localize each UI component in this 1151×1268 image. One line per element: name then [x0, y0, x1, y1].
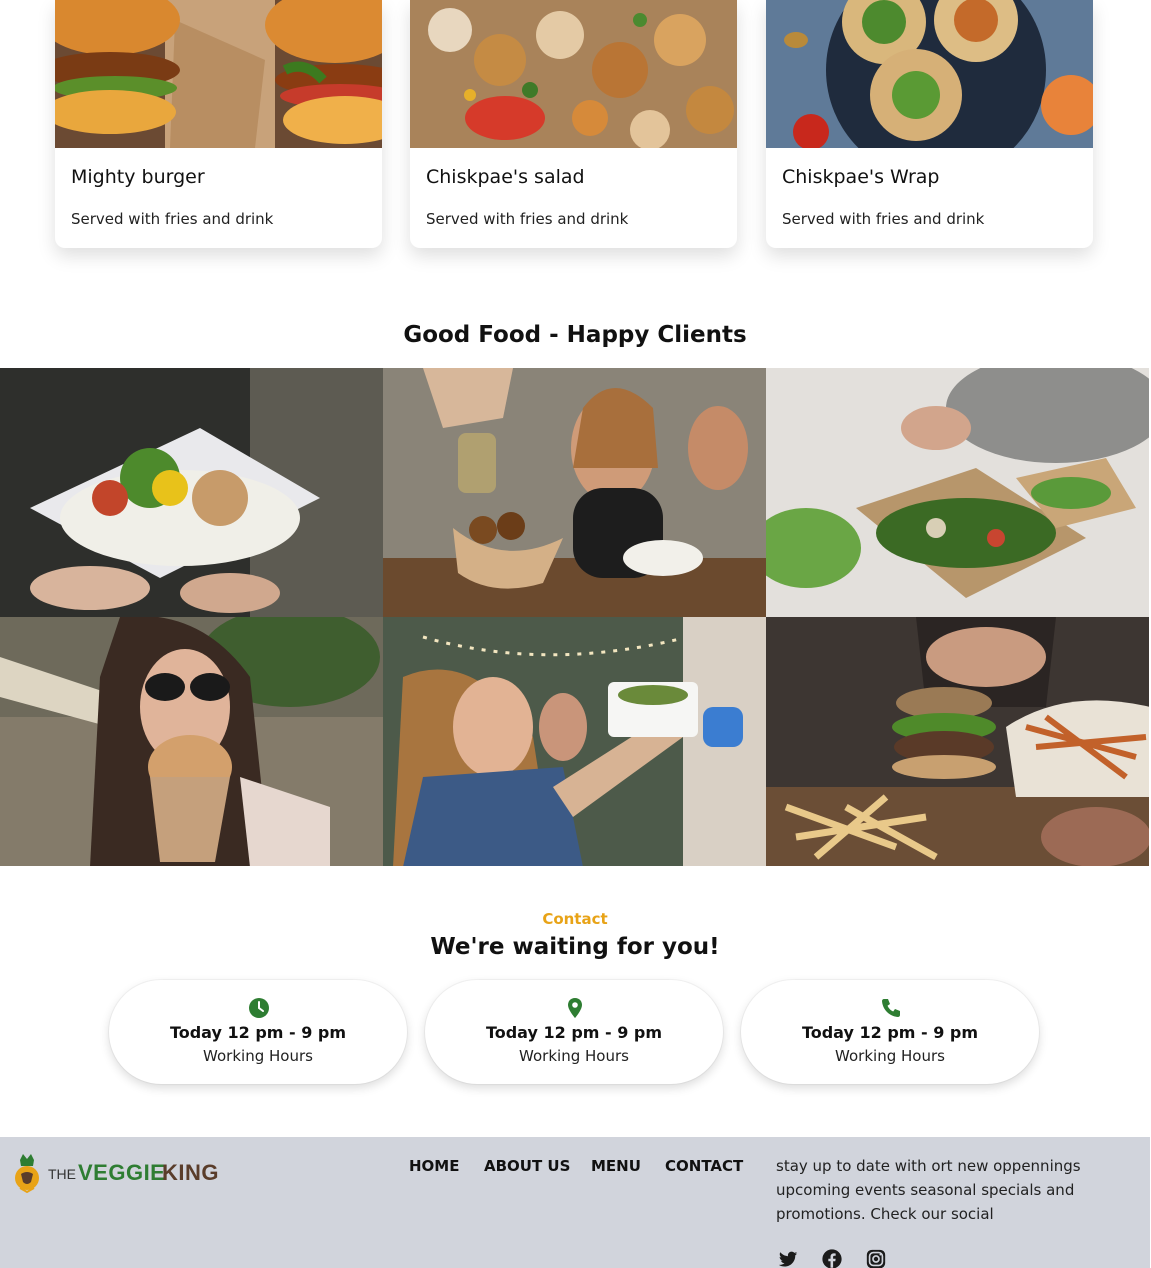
contact-card-value: Today 12 pm - 9 pm [801, 1023, 979, 1042]
logo-text-veggie: VEGGIE [78, 1160, 166, 1185]
card-description: Served with fries and drink [782, 210, 985, 228]
logo-text-king: KING [162, 1160, 219, 1185]
contact-card-label: Working Hours [203, 1047, 313, 1065]
crown-pineapple-icon [12, 1152, 42, 1194]
phone-icon [880, 997, 902, 1019]
instagram-icon[interactable] [865, 1248, 887, 1268]
contact-card-value: Today 12 pm - 9 pm [485, 1023, 663, 1042]
contact-title: We're waiting for you! [430, 934, 720, 960]
contact-card-label: Working Hours [835, 1047, 945, 1065]
gallery-title: Good Food - Happy Clients [403, 322, 747, 348]
burger-fries-photo [766, 617, 1149, 866]
burger-photo [55, 0, 382, 148]
card-description: Served with fries and drink [71, 210, 274, 228]
bowl-photo [0, 368, 383, 617]
salad-photo [410, 0, 737, 148]
woman-burger-photo [0, 617, 383, 866]
sauce-photo [383, 368, 766, 617]
clock-icon [248, 997, 270, 1019]
food-truck-photo [383, 617, 766, 866]
card-title: Mighty burger [71, 166, 205, 188]
veggie-king-logo[interactable]: THE VEGGIE KING [12, 1152, 232, 1194]
nav-about-us[interactable]: ABOUT US [484, 1157, 570, 1175]
logo-text-the: THE [48, 1166, 76, 1182]
card-title: Chiskpae's Wrap [782, 166, 940, 188]
facebook-icon[interactable] [821, 1248, 843, 1268]
menu-cards: Mighty burger Served with fries and drin… [0, 0, 1151, 250]
contact-card-label: Working Hours [519, 1047, 629, 1065]
footer: THE VEGGIE KING HOME ABOUT US MENU CONTA… [0, 1137, 1150, 1268]
footer-about-text: stay up to date with ort new oppennings … [776, 1157, 1081, 1223]
wrap-photo [766, 0, 1093, 148]
contact-card-location: Today 12 pm - 9 pm Working Hours [425, 980, 723, 1084]
menu-card[interactable]: Mighty burger Served with fries and drin… [55, 0, 382, 248]
card-description: Served with fries and drink [426, 210, 629, 228]
salad-boxes-photo [766, 368, 1149, 617]
nav-menu[interactable]: MENU [591, 1157, 641, 1175]
menu-card[interactable]: Chiskpae's salad Served with fries and d… [410, 0, 737, 248]
twitter-icon[interactable] [777, 1248, 799, 1268]
contact-card-value: Today 12 pm - 9 pm [169, 1023, 347, 1042]
nav-home[interactable]: HOME [409, 1157, 459, 1175]
card-title: Chiskpae's salad [426, 166, 585, 188]
contact-kicker: Contact [542, 910, 608, 928]
contact-card-phone: Today 12 pm - 9 pm Working Hours [741, 980, 1039, 1084]
location-pin-icon [564, 997, 586, 1019]
gallery-grid [0, 368, 1150, 867]
menu-card[interactable]: Chiskpae's Wrap Served with fries and dr… [766, 0, 1093, 248]
nav-contact[interactable]: CONTACT [665, 1157, 743, 1175]
contact-card-hours: Today 12 pm - 9 pm Working Hours [109, 980, 407, 1084]
